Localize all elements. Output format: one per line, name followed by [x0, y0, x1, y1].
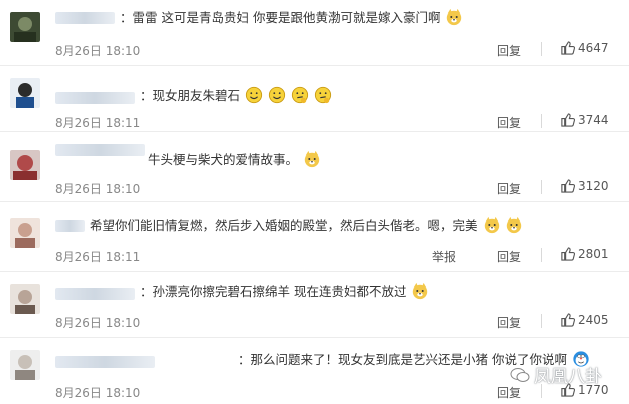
like-count: 3120	[578, 178, 609, 193]
avatar[interactable]	[10, 12, 40, 42]
username-blurred[interactable]	[55, 356, 155, 368]
reply-button[interactable]: 回复	[497, 248, 521, 265]
like-count: 2405	[578, 312, 609, 327]
divider	[541, 248, 542, 262]
like-button[interactable]: 2405	[560, 312, 609, 327]
watermark: 凤凰八卦	[510, 362, 602, 387]
divider	[541, 180, 542, 194]
comment-text: ：孙漂亮你擦完碧石擦绵羊 现在连贵妇都不放过	[140, 282, 429, 302]
reply-button[interactable]: 回复	[497, 42, 521, 59]
like-count: 4647	[578, 40, 609, 55]
avatar[interactable]	[10, 284, 40, 314]
wechat-logo-icon	[510, 367, 530, 382]
reply-button[interactable]: 回复	[497, 180, 521, 197]
divider	[541, 314, 542, 328]
avatar[interactable]	[10, 78, 40, 108]
like-button[interactable]: 3120	[560, 178, 609, 193]
username-blurred[interactable]	[55, 144, 145, 156]
like-count: 2801	[578, 246, 609, 261]
dog-face-icon	[484, 216, 499, 234]
comment-item: 希望你们能旧情复燃，然后步入婚姻的殿堂，然后白头偕老。嗯，完美 8月26日 18…	[0, 206, 629, 272]
timestamp: 8月26日 18:10	[55, 316, 141, 330]
username-blurred[interactable]	[55, 288, 135, 300]
comment-item: 牛头梗与柴犬的爱情故事。 8月26日 18:10 回复 3120	[0, 138, 629, 202]
smile-face-icon	[268, 86, 286, 104]
thumbs-up-icon	[561, 179, 575, 193]
avatar[interactable]	[10, 350, 40, 380]
username-blurred[interactable]	[55, 12, 115, 24]
like-button[interactable]: 3744	[560, 112, 609, 127]
smile-face-icon	[245, 86, 263, 104]
comment-text: ：现女朋友朱碧石	[140, 86, 332, 106]
dog-face-icon	[447, 8, 462, 26]
timestamp: 8月26日 18:10	[55, 182, 141, 196]
like-button[interactable]: 2801	[560, 246, 609, 261]
comment-text: 希望你们能旧情复燃，然后步入婚姻的殿堂，然后白头偕老。嗯，完美	[90, 216, 523, 236]
thinking-face-icon	[314, 86, 332, 104]
dog-face-icon	[304, 150, 320, 168]
report-button[interactable]: 举报	[432, 248, 456, 265]
timestamp: 8月26日 18:11	[55, 116, 141, 130]
timestamp: 8月26日 18:10	[55, 44, 141, 58]
comment-text: ：雷雷 这可是青岛贵妇 你要是跟他黄渤可就是嫁入豪门啊	[120, 8, 463, 28]
thumbs-up-icon	[561, 41, 575, 55]
reply-button[interactable]: 回复	[497, 314, 521, 331]
thumbs-up-icon	[561, 313, 575, 327]
dog-face-icon	[413, 282, 428, 300]
divider	[541, 42, 542, 56]
timestamp: 8月26日 18:10	[55, 386, 141, 400]
username-blurred[interactable]	[55, 220, 85, 232]
thinking-face-icon	[291, 86, 309, 104]
comment-item: ：孙漂亮你擦完碧石擦绵羊 现在连贵妇都不放过 8月26日 18:10 回复 24…	[0, 272, 629, 338]
username-blurred[interactable]	[55, 92, 135, 104]
thumbs-up-icon	[561, 247, 575, 261]
reply-button[interactable]: 回复	[497, 114, 521, 131]
dog-face-icon	[507, 216, 522, 234]
avatar[interactable]	[10, 150, 40, 180]
comment-item: ：雷雷 这可是青岛贵妇 你要是跟他黄渤可就是嫁入豪门啊 8月26日 18:10 …	[0, 0, 629, 66]
like-count: 3744	[578, 112, 609, 127]
divider	[541, 114, 542, 128]
thumbs-up-icon	[561, 113, 575, 127]
comment-item: ：现女朋友朱碧石 8月26日 18:11 回复 3744	[0, 66, 629, 132]
like-button[interactable]: 4647	[560, 40, 609, 55]
timestamp: 8月26日 18:11	[55, 250, 141, 264]
comment-text: 牛头梗与柴犬的爱情故事。	[148, 150, 321, 170]
avatar[interactable]	[10, 218, 40, 248]
